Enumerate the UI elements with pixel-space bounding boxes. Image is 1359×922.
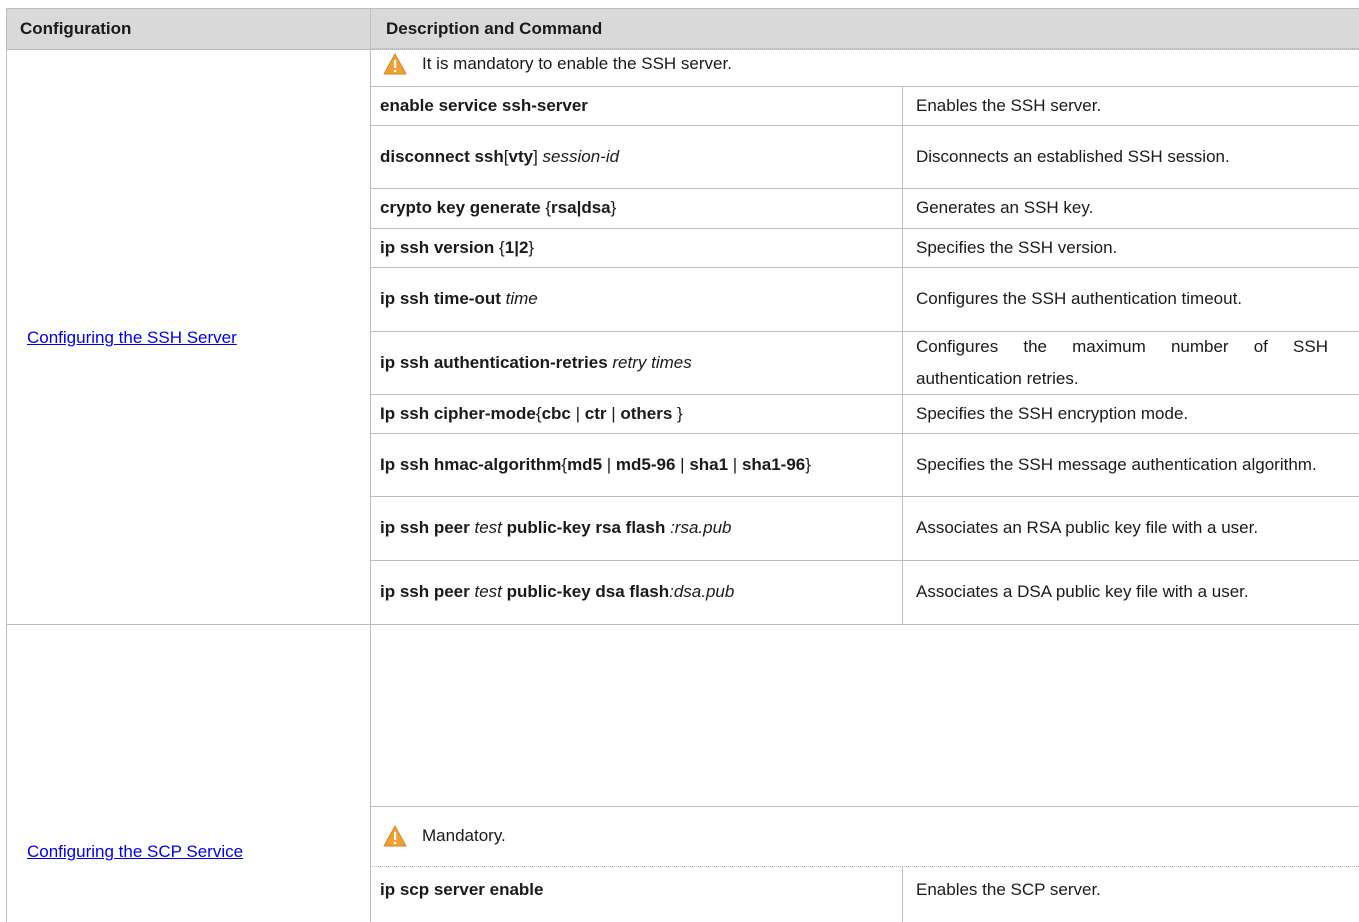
note-text: Mandatory. (422, 826, 506, 845)
command-token: | (675, 454, 690, 474)
command-cell: Ip ssh cipher-mode{cbc | ctr | others } (380, 394, 886, 433)
description-cell: Configures the maximum number of SSH aut… (916, 331, 1328, 394)
description-cell: Associates an RSA public key file with a… (916, 496, 1328, 560)
command-token: ctr (584, 403, 607, 423)
command-token: ip ssh version (380, 237, 500, 257)
command-token: test (474, 582, 502, 601)
command-token: | (606, 403, 621, 423)
command-token: md5-96 (615, 454, 676, 474)
command-token: ip scp server enable (380, 880, 544, 899)
warning-icon (383, 825, 407, 847)
header-description-command: Description and Command (386, 19, 603, 38)
warning-icon (383, 53, 407, 75)
column-divider (370, 8, 371, 922)
description-text: Enables the SCP server. (916, 880, 1101, 899)
description-cell: Associates a DSA public key file with a … (916, 560, 1328, 624)
description-text: Specifies the SSH version. (916, 237, 1118, 257)
description-text: Configures the SSH authentication timeou… (916, 289, 1243, 308)
command-cell: disconnect ssh[vty] session-id (380, 125, 886, 188)
command-cell: Ip ssh hmac-algorithm{md5 | md5-96 | sha… (380, 433, 886, 496)
command-token: Ip ssh cipher-mode (380, 403, 536, 423)
config-link[interactable]: Configuring the SCP Service (27, 842, 243, 862)
description-text: Specifies the SSH encryption mode. (916, 403, 1189, 423)
command-cell: ip ssh time-out time (380, 267, 886, 331)
command-token: } (610, 198, 617, 217)
description-text: Configures the maximum number of SSH aut… (916, 336, 1328, 388)
command-token: crypto key generate (380, 198, 546, 217)
left-border (6, 8, 7, 922)
command-token: enable service ssh-server (380, 95, 588, 115)
description-text: Specifies the SSH message authentication… (916, 454, 1317, 474)
command-token: session-id (542, 146, 620, 166)
command-token: cbc (541, 403, 571, 423)
cmd-desc-divider-2 (902, 866, 903, 922)
command-token: retry times (612, 352, 692, 372)
command-token: disconnect ssh (380, 146, 504, 166)
description-cell: Disconnects an established SSH session. (916, 125, 1328, 188)
description-cell: Enables the SCP server. (916, 866, 1328, 914)
command-token: ip ssh time-out (380, 289, 506, 308)
command-token: } (805, 454, 811, 474)
command-token: time (505, 289, 538, 308)
description-cell: Specifies the SSH version. (916, 228, 1328, 267)
mandatory-note: Mandatory. (383, 816, 506, 856)
command-token: vty (508, 146, 534, 166)
command-token: ip ssh authentication-retries (380, 352, 613, 372)
command-token: sha1 (689, 454, 729, 474)
description-cell: Enables the SSH server. (916, 86, 1328, 125)
command-token: } (528, 237, 535, 257)
command-token: | (728, 454, 742, 474)
command-cell: crypto key generate {rsa|dsa} (380, 188, 886, 228)
command-cell: ip ssh version {1|2} (380, 228, 886, 267)
command-token: others (620, 403, 673, 423)
description-cell: Specifies the SSH encryption mode. (916, 394, 1328, 433)
command-token: public-key dsa flash (501, 582, 670, 601)
command-token: rsa|dsa (551, 198, 611, 217)
command-token: 1|2 (504, 237, 529, 257)
description-text: Generates an SSH key. (916, 198, 1094, 217)
description-cell: Generates an SSH key. (916, 188, 1328, 228)
command-token: ip ssh peer (380, 518, 475, 537)
command-token: | (602, 454, 616, 474)
description-text: Associates an RSA public key file with a… (916, 518, 1259, 537)
command-token: sha1-96 (741, 454, 806, 474)
row-line (370, 806, 1359, 807)
command-token: :rsa.pub (670, 518, 732, 537)
command-token: | (570, 403, 585, 423)
note-text: It is mandatory to enable the SSH server… (422, 54, 732, 73)
command-token: ip ssh peer (380, 582, 475, 601)
command-cell: ip scp server enable (380, 866, 886, 914)
row-line (370, 624, 1359, 625)
mandatory-note: It is mandatory to enable the SSH server… (383, 44, 732, 84)
command-cell: ip ssh authentication-retries retry time… (380, 331, 886, 394)
description-text: Associates a DSA public key file with a … (916, 582, 1249, 601)
header-configuration: Configuration (20, 19, 132, 38)
command-token: test (474, 518, 502, 537)
description-cell: Specifies the SSH message authentication… (916, 433, 1328, 496)
command-token: :dsa.pub (669, 582, 735, 601)
description-cell: Configures the SSH authentication timeou… (916, 267, 1328, 331)
command-cell: ip ssh peer test public-key dsa flash:ds… (380, 560, 886, 624)
command-token: public-key rsa flash (501, 518, 671, 537)
config-link[interactable]: Configuring the SSH Server (27, 328, 237, 348)
command-token: Ip ssh hmac-algorithm (380, 454, 562, 474)
command-token: md5 (567, 454, 603, 474)
command-token: } (672, 403, 683, 423)
description-text: Enables the SSH server. (916, 95, 1102, 115)
command-cell: ip ssh peer test public-key rsa flash :r… (380, 496, 886, 560)
command-cell: enable service ssh-server (380, 86, 886, 125)
cmd-desc-divider-1 (902, 86, 903, 624)
command-token: ] (533, 146, 543, 166)
description-text: Disconnects an established SSH session. (916, 146, 1230, 166)
